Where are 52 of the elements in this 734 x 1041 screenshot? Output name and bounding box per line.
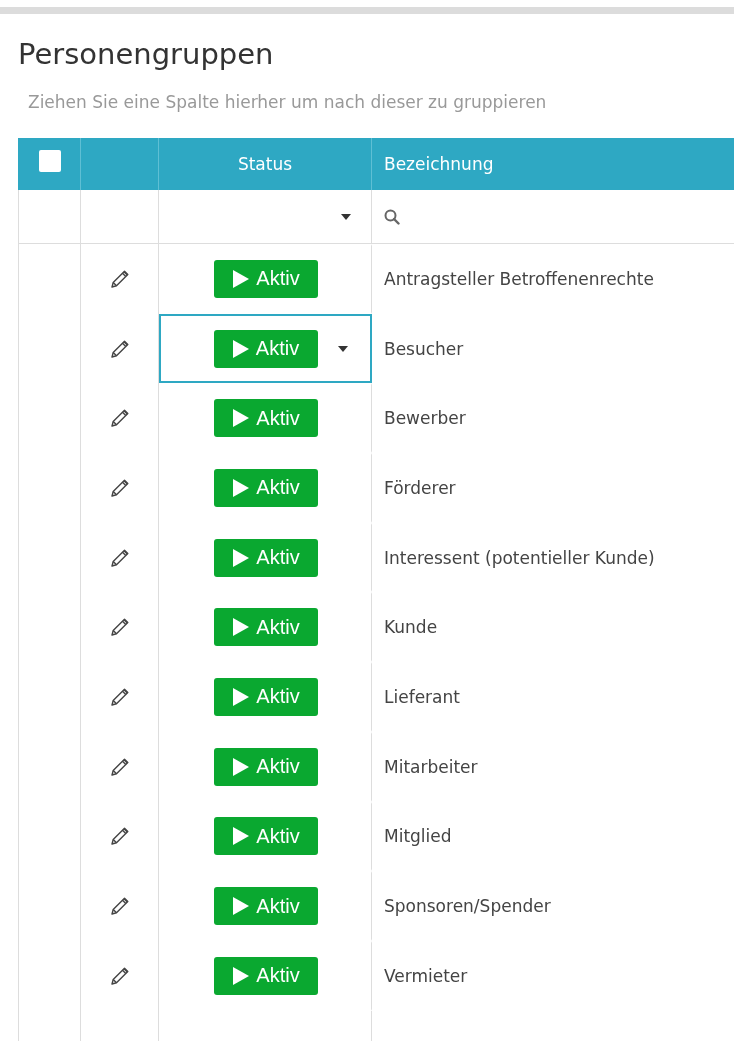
search-icon[interactable] [384, 208, 400, 225]
table-cell-text: Kunde [383, 616, 439, 640]
status-button[interactable]: Aktiv [214, 399, 318, 438]
status-button[interactable]: Aktiv [214, 887, 318, 926]
pencil-icon[interactable] [108, 267, 131, 290]
pencil-icon[interactable] [108, 895, 131, 918]
status-button[interactable]: Aktiv [214, 538, 318, 577]
table-cell-text: Lieferant [383, 685, 461, 709]
status-button[interactable]: Aktiv [214, 608, 318, 647]
table-cell-text: Bewerber [383, 407, 467, 431]
select-all-checkbox[interactable] [38, 150, 61, 172]
pencil-icon[interactable] [108, 476, 131, 499]
play-icon [232, 826, 251, 847]
pencil-icon[interactable] [108, 964, 131, 987]
table-cell-text: Vermieter [383, 964, 469, 988]
pencil-icon[interactable] [108, 825, 131, 848]
table-cell-text: Förderer [383, 476, 457, 500]
pencil-icon[interactable] [108, 755, 131, 778]
pencil-icon[interactable] [108, 337, 131, 360]
play-icon [232, 756, 251, 777]
play-icon [231, 338, 250, 359]
play-icon [232, 268, 251, 289]
dropdown-caret-icon[interactable] [341, 213, 351, 220]
play-icon [232, 477, 251, 498]
group-drop-hint: Ziehen Sie eine Spalte hierher um nach dieser zu gruppieren [28, 92, 548, 114]
table-cell-text: Sponsoren/Spender [383, 895, 552, 919]
table-cell-text: Interessent (potentieller Kunde) [383, 546, 656, 570]
play-icon [232, 617, 251, 638]
table-cell-text: Mitarbeiter [383, 755, 479, 779]
dropdown-caret-icon[interactable] [338, 345, 348, 352]
pencil-icon[interactable] [108, 685, 131, 708]
status-button[interactable]: Aktiv [213, 329, 318, 368]
status-button[interactable]: Aktiv [214, 956, 318, 995]
play-icon [232, 965, 251, 986]
column-header[interactable]: Bezeichnung [372, 138, 734, 190]
play-icon [232, 408, 251, 429]
pencil-icon[interactable] [108, 546, 131, 569]
play-icon [232, 896, 251, 917]
play-icon [232, 686, 251, 707]
status-button[interactable]: Aktiv [214, 817, 318, 856]
table-cell-text: Besucher [383, 337, 465, 361]
status-button[interactable]: Aktiv [214, 677, 318, 716]
status-button[interactable]: Aktiv [214, 747, 318, 786]
pencil-icon[interactable] [108, 616, 131, 639]
play-icon [232, 547, 251, 568]
page-title: Personengruppen [18, 36, 275, 73]
column-header[interactable]: Status [159, 138, 372, 190]
status-button[interactable]: Aktiv [214, 468, 318, 507]
status-button[interactable]: Aktiv [214, 259, 318, 298]
table-cell-text: Antragsteller Betroffenenrechte [383, 267, 655, 291]
pencil-icon[interactable] [108, 407, 131, 430]
table-cell-text: Mitglied [383, 825, 453, 849]
